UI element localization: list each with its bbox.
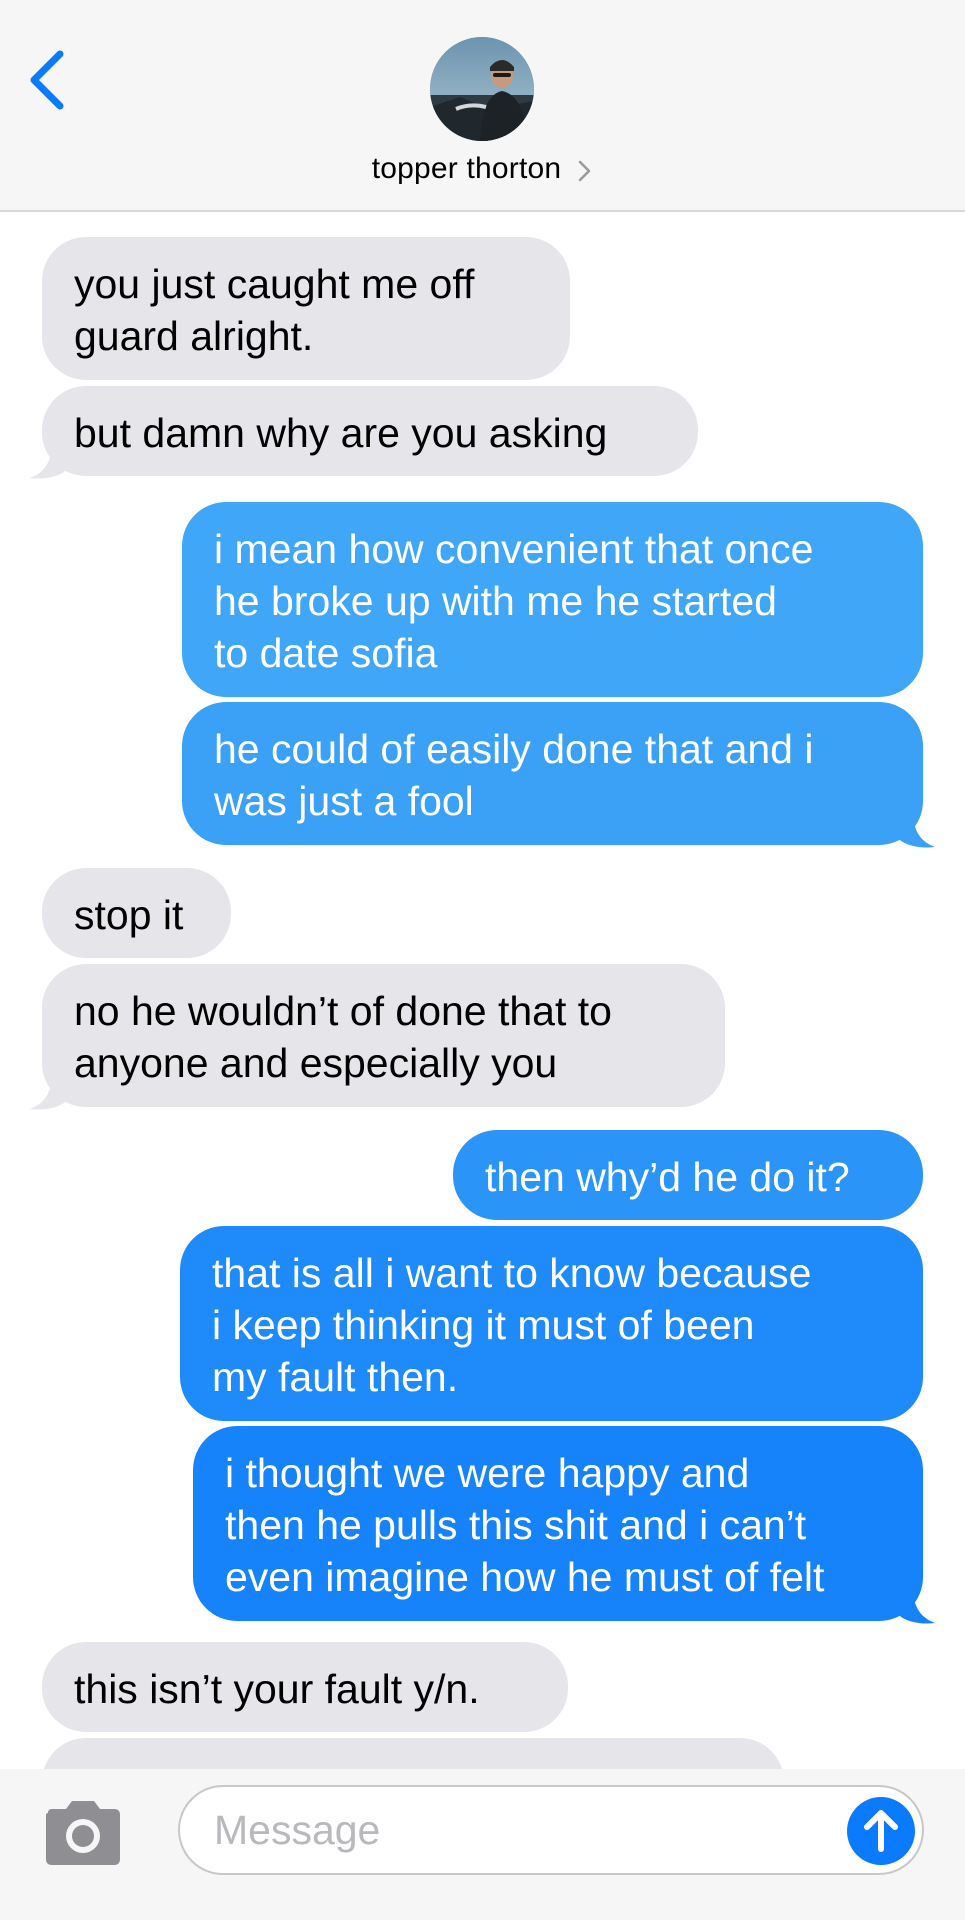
sent-message[interactable]: he could of easily done that and i was j… [182,702,923,845]
camera-button[interactable] [40,1797,126,1869]
back-button[interactable] [20,40,80,120]
conversation-header: topper thorton [0,0,965,212]
received-message[interactable]: no he wouldn’t of done that to anyone an… [42,964,725,1107]
received-message[interactable]: i … didn’t … but … i … n’t … [42,1738,784,1769]
message-composer [0,1769,965,1920]
bubble-tail [897,811,935,848]
received-message[interactable]: but damn why are you asking [42,386,698,476]
camera-icon [46,1801,120,1865]
sent-message[interactable]: i mean how convenient that once he broke… [182,502,923,697]
sent-message[interactable]: then why’d he do it? [453,1130,923,1220]
chevron-left-icon [30,50,64,110]
sent-message[interactable]: i thought we were happy and then he pull… [193,1426,923,1621]
contact-avatar[interactable] [430,37,534,141]
contact-name: topper thorton [371,152,562,185]
contact-info-button[interactable]: topper thorton [0,146,965,192]
message-field[interactable] [178,1785,924,1875]
received-message[interactable]: stop it [42,868,231,958]
send-button[interactable] [847,1797,915,1865]
contact-photo [430,37,534,141]
message-thread[interactable]: you just caught me off guard alright. bu… [0,212,965,1769]
message-input[interactable] [214,1799,814,1861]
bubble-tail [30,442,68,479]
bubble-tail [30,1073,68,1110]
chevron-right-icon [578,160,591,182]
received-message[interactable]: you just caught me off guard alright. [42,237,570,380]
bubble-tail [897,1587,935,1624]
received-message[interactable]: this isn’t your fault y/n. [42,1642,568,1732]
arrow-up-icon [847,1797,915,1865]
sent-message[interactable]: that is all i want to know because i kee… [180,1226,923,1421]
